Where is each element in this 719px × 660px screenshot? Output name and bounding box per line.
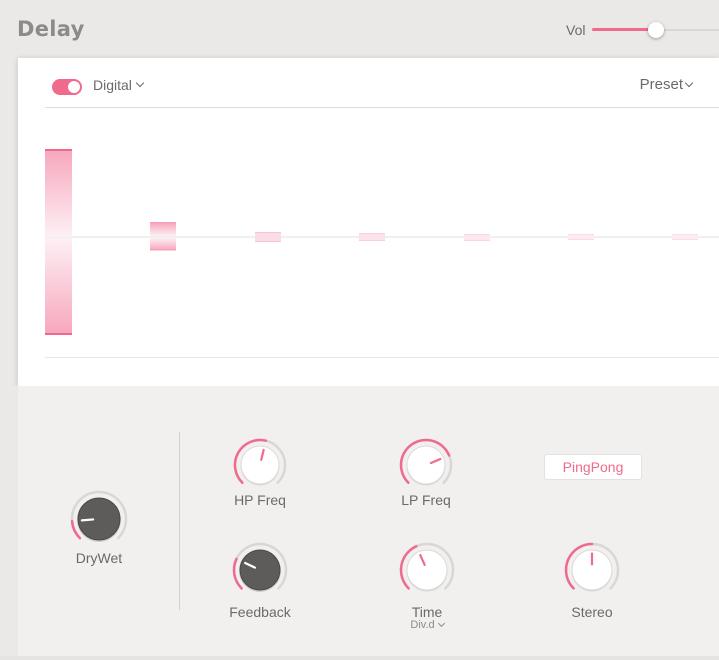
bottom-edge-strip — [0, 656, 719, 660]
plugin-header: Delay Vol — [0, 0, 719, 58]
delay-visualizer — [45, 149, 719, 335]
tap-bar-3 — [255, 232, 281, 242]
left-edge-strip — [0, 386, 18, 656]
tap-bar-1 — [45, 149, 72, 335]
tap-bar-4 — [359, 233, 385, 241]
feedback-label: Feedback — [229, 604, 291, 620]
lp-freq-knob[interactable] — [398, 437, 454, 493]
drywet-knob[interactable] — [69, 489, 129, 549]
time-knob[interactable] — [398, 541, 456, 599]
controls-divider — [179, 432, 180, 610]
volume-slider-thumb[interactable] — [647, 22, 664, 38]
chevron-down-icon — [437, 619, 445, 628]
volume-slider[interactable] — [592, 22, 719, 38]
controls-section: DryWet HP Freq LP Freq PingPong Feedback… — [18, 386, 719, 656]
knob-body — [406, 549, 448, 591]
delay-display-panel: Digital Preset — [18, 58, 719, 386]
tap-bar-6 — [568, 234, 594, 240]
panel-divider-bottom — [45, 357, 719, 358]
knob-body — [406, 445, 446, 485]
tap-bar-2 — [150, 222, 176, 251]
knob-body — [239, 549, 281, 591]
knob-indicator — [80, 518, 95, 522]
stereo-knob[interactable] — [563, 541, 621, 599]
hp-freq-knob[interactable] — [232, 437, 288, 493]
lp-freq-label: LP Freq — [401, 492, 451, 508]
hp-freq-label: HP Freq — [234, 492, 286, 508]
plugin-title: Delay — [17, 17, 85, 41]
knob-body — [77, 497, 121, 541]
volume-slider-fill — [592, 28, 656, 31]
feedback-knob[interactable] — [231, 541, 289, 599]
knob-body — [240, 445, 280, 485]
tap-bar-7 — [672, 234, 698, 240]
drywet-label: DryWet — [75, 550, 123, 566]
time-division-label: Div.d — [410, 619, 435, 631]
stereo-label: Stereo — [571, 604, 613, 620]
pingpong-button[interactable]: PingPong — [544, 454, 642, 480]
tap-bar-5 — [464, 234, 490, 241]
volume-label: Vol — [566, 22, 586, 38]
time-division-dropdown[interactable]: Div.d — [387, 619, 467, 631]
time-label: Time — [411, 604, 443, 620]
